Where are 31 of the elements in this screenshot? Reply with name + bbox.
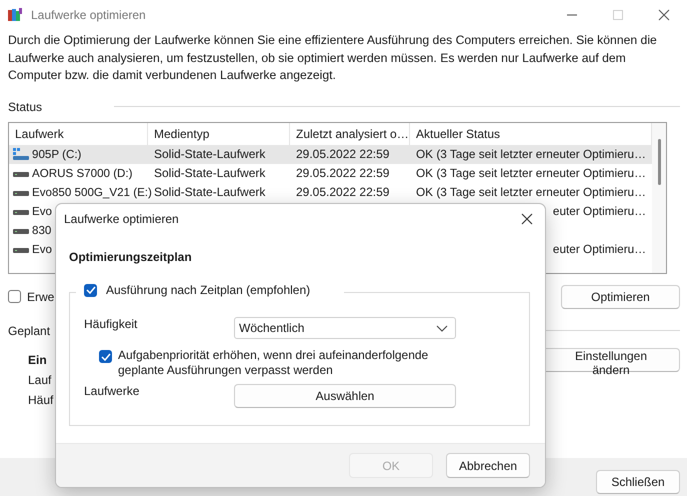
table-cell: Evo [32,204,52,218]
table-cell: Evo [32,242,52,256]
table-cell: OK (3 Tage seit letzter erneuter Optimieru… [416,147,646,161]
field-label: Laufwerke [84,384,140,398]
dialog-title: Laufwerke optimieren [64,212,179,226]
table-cell: 29.05.2022 22:59 [296,166,390,180]
table-cell: OK (3 Tage seit letzter erneuter Optimieru… [416,185,646,199]
window-title: Laufwerke optimieren [31,8,146,22]
checkbox-label: Aufgabenpriorität erhöhen, wenn drei aufeinanderfolgende geplante Ausführungen verpasst werden [118,348,430,378]
table-cell: OK (3 Tage seit letzter erneuter Optimieru… [416,166,646,180]
dialog-heading: Optimierungszeitplan [69,250,193,264]
description-text: Durch die Optimierung der Laufwerke können Sie eine effizientere Ausführung des Computers erreichen. Sie können die Laufwerke auch analysieren, um festzustellen, ob sie optimiert werden müssen. Es werden nur Laufwerke auf dem Computer bzw. die damit verbundenen Laufwerke angezeigt. [8,32,658,84]
table-cell: 905P (C:) [32,148,82,160]
table-cell-text: euter Optimieru… [552,204,647,218]
table-cell-text: euter Optimieru… [552,242,647,256]
table-cell: 29.05.2022 22:59 [296,185,390,199]
checkbox-label: Ausführung nach Zeitplan (empfohlen) [106,283,310,297]
section-label: Geplant [8,324,50,338]
field-label: Häufigkeit [84,317,138,331]
schedule-detail: Häuf [28,392,54,408]
table-cell: Solid-State-Laufwerk [154,147,266,161]
schedule-state: Ein [28,352,48,368]
table-cell: AORUS S7000 (D:) [32,166,133,180]
table-cell: Solid-State-Laufwerk [154,185,266,199]
table-cell: Evo850 500G_V21 (E:) [32,186,152,198]
checkbox-label: Erwe [27,290,54,304]
table-cell: 29.05.2022 22:59 [296,147,390,161]
table-cell: Solid-State-Laufwerk [154,166,266,180]
section-label: Status [8,100,42,114]
table-cell: 830 [32,224,52,236]
schedule-detail: Lauf [28,372,52,388]
